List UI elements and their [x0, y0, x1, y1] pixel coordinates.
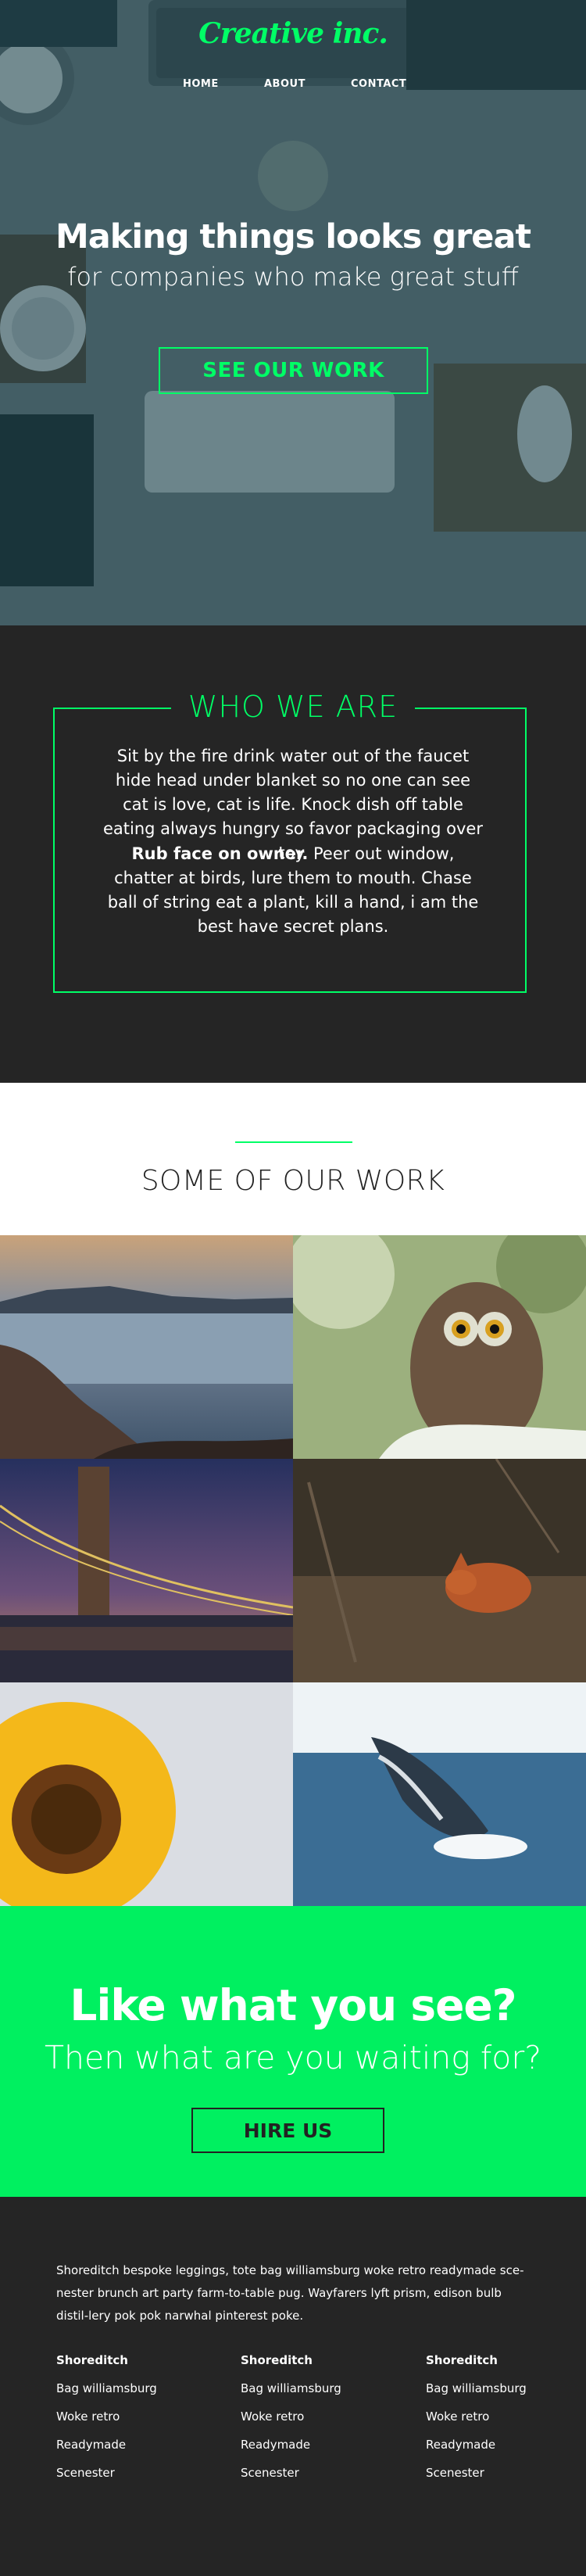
who-we-are-section: WHO WE ARE Sit by the fire drink water o…: [0, 625, 586, 1083]
our-work-title: SOME OF OUR WORK: [141, 1165, 445, 1197]
hire-section: Like what you see? Then what are you wai…: [0, 1906, 586, 2197]
footer-link[interactable]: Bag williamsburg: [241, 2381, 381, 2395]
section-divider: [235, 1141, 352, 1143]
work-gallery: [0, 1235, 586, 1906]
bridge-photo: [0, 1459, 293, 1682]
hire-subtitle: Then what are you waiting for?: [44, 2039, 541, 2076]
hire-us-button[interactable]: HIRE US: [191, 2108, 384, 2153]
footer-column-heading: Shoreditch: [426, 2353, 498, 2367]
footer-link[interactable]: Scenester: [241, 2466, 381, 2480]
gallery-tile-fox[interactable]: [293, 1459, 586, 1682]
footer-link[interactable]: Woke retro: [426, 2409, 566, 2424]
hero-content: Creative inc. HOME ABOUT CONTACT Making …: [0, 0, 586, 625]
gallery-tile-bridge[interactable]: [0, 1459, 293, 1682]
footer-link[interactable]: Readymade: [241, 2438, 381, 2452]
whale-photo: [293, 1682, 586, 1906]
footer-column-heading: Shoreditch: [56, 2353, 128, 2367]
owl-photo: [293, 1235, 586, 1459]
who-paragraph-2-bold: Rub face on owner.: [131, 844, 309, 863]
hero-subhead: for companies who make great stuff: [67, 262, 519, 292]
footer-link[interactable]: Readymade: [56, 2438, 197, 2452]
footer-column-heading: Shoreditch: [241, 2353, 313, 2367]
gallery-tile-coast[interactable]: [0, 1235, 293, 1459]
page: Creative inc. HOME ABOUT CONTACT Making …: [0, 0, 586, 2576]
our-work-header: SOME OF OUR WORK: [0, 1083, 586, 1235]
gallery-tile-whale[interactable]: [293, 1682, 586, 1906]
coast-photo: [0, 1235, 293, 1459]
footer-link[interactable]: Bag williamsburg: [56, 2381, 197, 2395]
who-paragraph-2: Rub face on owner. Peer out window, chat…: [102, 842, 484, 939]
nav-home-link[interactable]: HOME: [183, 78, 219, 90]
nav-contact-link[interactable]: CONTACT: [351, 78, 406, 90]
footer-column: Shoreditch Bag williamsburg Woke retro R…: [241, 2353, 381, 2494]
footer-text: Shoreditch bespoke leggings, tote bag wi…: [56, 2263, 524, 2323]
see-our-work-button[interactable]: SEE OUR WORK: [159, 347, 428, 394]
nav-about-link[interactable]: ABOUT: [264, 78, 306, 90]
hire-title: Like what you see?: [70, 1980, 516, 2030]
who-we-are-title: WHO WE ARE: [170, 690, 416, 724]
footer-column: Shoreditch Bag williamsburg Woke retro R…: [426, 2353, 566, 2494]
footer-link[interactable]: Scenester: [426, 2466, 566, 2480]
gallery-tile-sunflower[interactable]: [0, 1682, 293, 1906]
logo[interactable]: Creative inc.: [0, 17, 586, 50]
gallery-tile-owl[interactable]: [293, 1235, 586, 1459]
sunflower-photo: [0, 1682, 293, 1906]
hero-headline: Making things looks great: [55, 217, 531, 256]
footer-link[interactable]: Woke retro: [241, 2409, 381, 2424]
footer-link[interactable]: Bag williamsburg: [426, 2381, 566, 2395]
footer-column: Shoreditch Bag williamsburg Woke retro R…: [56, 2353, 197, 2494]
footer: Shoreditch bespoke leggings, tote bag wi…: [0, 2197, 586, 2576]
hero-section: Creative inc. HOME ABOUT CONTACT Making …: [0, 0, 586, 625]
who-we-are-heading: WHO WE ARE: [0, 690, 586, 724]
fox-photo: [293, 1459, 586, 1682]
footer-link[interactable]: Woke retro: [56, 2409, 197, 2424]
footer-link[interactable]: Scenester: [56, 2466, 197, 2480]
footer-link[interactable]: Readymade: [426, 2438, 566, 2452]
